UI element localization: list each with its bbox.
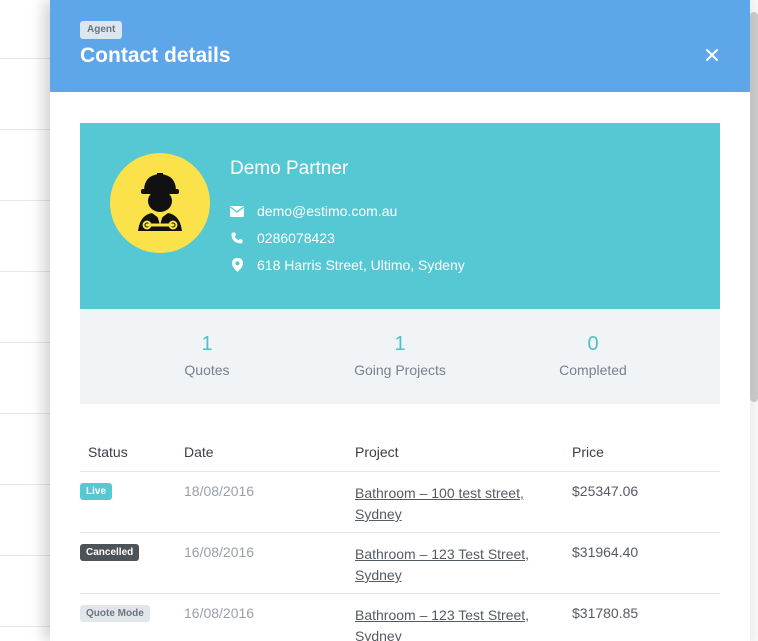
panel-header: Agent Contact details [50,0,750,92]
contact-phone[interactable]: 0286078423 [257,230,335,246]
row-date: 18/08/2016 [184,483,255,499]
panel-title: Contact details [80,44,231,67]
avatar [110,153,210,253]
background-divider [0,484,50,485]
stat-label: Going Projects [354,362,446,378]
project-line: Bathroom – 123 Test Street, [355,546,530,562]
row-price: $31780.85 [572,605,639,621]
project-line: Bathroom – 100 test street, [355,485,524,501]
scrollbar[interactable] [750,0,758,641]
project-link[interactable]: Bathroom – 100 test street, Sydney [355,483,545,525]
project-line: Sydney [355,628,402,641]
contact-name: Demo Partner [230,158,349,179]
close-icon[interactable] [704,47,720,63]
column-header-status: Status [88,444,128,460]
status-badge: Live [80,483,113,500]
project-link[interactable]: Bathroom – 123 Test Street, Sydney [355,605,545,641]
project-line: Sydney [355,506,402,522]
table-row: Live 18/08/2016 Bathroom – 100 test stre… [80,471,720,532]
background-divider [0,342,50,343]
project-line: Bathroom – 123 Test Street, [355,607,530,623]
stat-value: 1 [201,333,213,355]
worker-avatar-icon [138,173,182,231]
email-icon [230,204,244,218]
background-divider [0,271,50,272]
phone-row: 0286078423 [230,229,335,247]
contact-details-panel: Agent Contact details Demo Partner demo@… [50,0,750,641]
row-date: 16/08/2016 [184,605,255,621]
phone-icon [230,231,244,245]
background-divider [0,626,50,627]
stats-bar: 1 Quotes 1 Going Projects 0 Completed [80,309,720,404]
column-header-date: Date [184,444,214,460]
stat-value: 0 [587,333,599,355]
background-divider [0,555,50,556]
stat-completed: 0 Completed [493,333,693,378]
table-row: Quote Mode 16/08/2016 Bathroom – 123 Tes… [80,593,720,641]
background-divider [0,58,50,59]
stat-label: Quotes [184,362,230,378]
status-badge: Cancelled [80,544,140,561]
role-badge: Agent [80,21,123,39]
row-price: $31964.40 [572,544,639,560]
background-divider [0,200,50,201]
address-row: 618 Harris Street, Ultimo, Sydeny [230,256,465,274]
background-page [0,0,50,641]
status-badge: Quote Mode [80,605,150,622]
location-icon [230,258,244,272]
project-link[interactable]: Bathroom – 123 Test Street, Sydney [355,544,545,586]
background-divider [0,129,50,130]
stat-value: 1 [394,333,406,355]
row-price: $25347.06 [572,483,639,499]
scrollbar-thumb[interactable] [750,12,758,402]
column-header-price: Price [572,444,604,460]
project-line: Sydney [355,567,402,583]
stat-quotes: 1 Quotes [107,333,307,378]
email-row: demo@estimo.com.au [230,202,397,220]
table-row: Cancelled 16/08/2016 Bathroom – 123 Test… [80,532,720,593]
row-date: 16/08/2016 [184,544,255,560]
stat-label: Completed [559,362,627,378]
stat-going-projects: 1 Going Projects [300,333,500,378]
column-header-project: Project [355,444,399,460]
contact-address: 618 Harris Street, Ultimo, Sydeny [257,257,465,273]
background-divider [0,413,50,414]
profile-card: Demo Partner demo@estimo.com.au 02860784… [80,123,720,309]
contact-email[interactable]: demo@estimo.com.au [257,203,397,219]
